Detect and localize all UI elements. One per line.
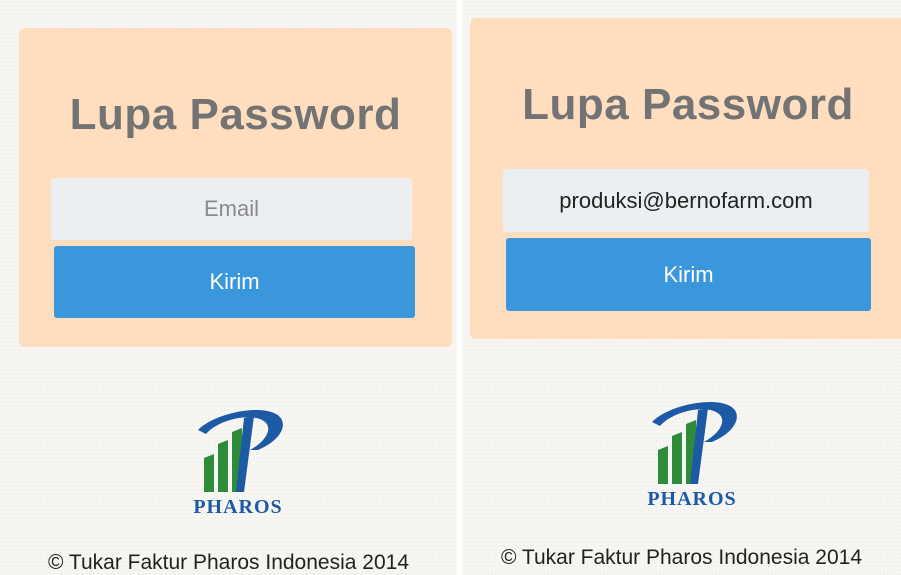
right-screen: Lupa Password Kirim PHAROS © Tukar Faktu… [462,0,901,575]
email-input[interactable] [51,178,412,240]
pharos-logo-icon [198,409,283,492]
send-button[interactable]: Kirim [506,238,871,311]
page-title: Lupa Password [522,80,854,129]
email-input[interactable] [503,169,869,232]
forgot-password-card: Lupa Password Kirim [19,28,452,347]
logo-text: PHAROS [647,488,737,510]
page-title: Lupa Password [69,90,402,139]
footer-copyright: © Tukar Faktur Pharos Indonesia 2014 [47,551,409,574]
pharos-logo: PHAROS [612,392,772,517]
pharos-logo-icon [652,401,737,484]
logo-text: PHAROS [193,496,283,518]
left-screen: Lupa Password Kirim PHAROS © Tukar Faktu… [0,0,457,575]
footer-copyright: © Tukar Faktur Pharos Indonesia 2014 [500,546,862,569]
forgot-password-card: Lupa Password Kirim [470,18,901,339]
send-button[interactable]: Kirim [54,246,415,318]
pharos-logo: PHAROS [158,400,318,525]
